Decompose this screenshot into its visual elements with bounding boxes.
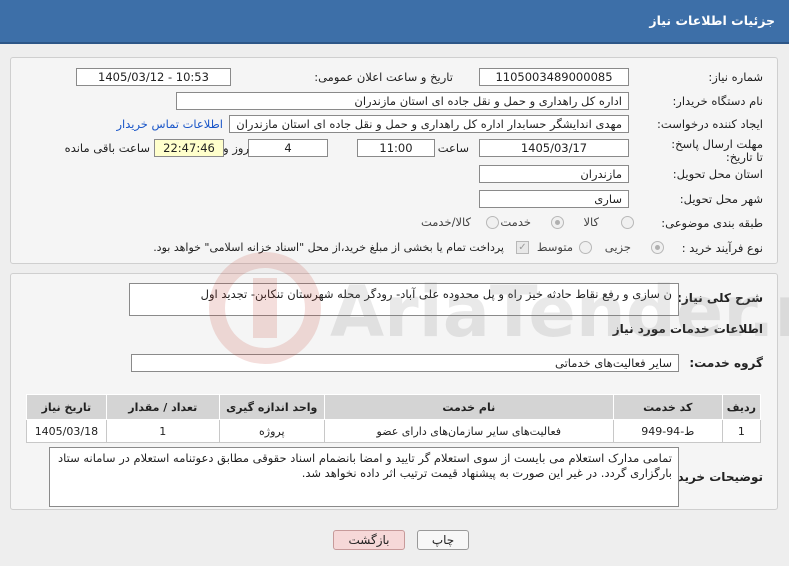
category-option-goods: کالا	[583, 215, 599, 229]
process-label: نوع فرآیند خرید :	[681, 241, 763, 255]
col-header-unit: واحد اندازه گیری	[218, 394, 325, 420]
page-header: جزئیات اطلاعات نیاز	[0, 0, 789, 44]
cell-service-code: ط-94-949	[612, 419, 723, 443]
creator-field: مهدی اندایشگر حسابدار اداره کل راهداری و…	[229, 115, 629, 133]
process-option-minor: جزیی	[604, 240, 631, 254]
service-group-field: سایر فعالیت‌های خدماتی	[131, 354, 679, 372]
buyer-notes-field: تمامی مدارک استعلام می بایست از سوی استع…	[49, 447, 679, 507]
col-header-need-date: تاریخ نیاز	[26, 394, 107, 420]
need-details-panel: شرح کلی نیاز: ن سازی و رفع نقاط حادثه خی…	[10, 273, 778, 510]
cell-service-name: فعالیت‌های سایر سازمان‌های دارای عضو	[323, 419, 614, 443]
province-label: استان محل تحویل:	[672, 167, 763, 181]
city-field: ساری	[479, 190, 629, 208]
table-row: 1 ط-94-949 فعالیت‌های سایر سازمان‌های دا…	[26, 419, 762, 443]
category-option-goods-service: کالا/خدمت	[420, 215, 471, 229]
print-button[interactable]: چاپ	[417, 530, 469, 550]
need-number-label: شماره نیاز:	[708, 70, 763, 84]
service-group-label: گروه خدمت:	[689, 356, 763, 370]
process-radio-medium[interactable]	[579, 241, 592, 254]
province-field: مازندران	[479, 165, 629, 183]
process-radio-minor[interactable]	[651, 241, 664, 254]
need-info-panel: شماره نیاز: 1105003489000085 تاریخ و ساع…	[10, 57, 778, 264]
cell-quantity: 1	[105, 419, 220, 443]
category-radio-goods[interactable]	[621, 216, 634, 229]
days-label: روز و	[223, 141, 249, 155]
category-label: طبقه بندی موضوعی:	[661, 216, 763, 230]
days-remaining-field: 4	[248, 139, 328, 157]
creator-label: ایجاد کننده درخواست:	[657, 117, 763, 131]
category-radio-service[interactable]	[551, 216, 564, 229]
need-number-field: 1105003489000085	[479, 68, 629, 86]
col-header-service-code: کد خدمت	[612, 394, 723, 420]
category-radio-goods-service[interactable]	[486, 216, 499, 229]
col-header-row-num: ردیف	[721, 394, 762, 420]
cell-unit: پروژه	[218, 419, 325, 443]
deadline-time-label: ساعت	[437, 141, 469, 155]
services-heading: اطلاعات خدمات مورد نیاز	[612, 322, 763, 336]
buyer-org-label: نام دستگاه خریدار:	[672, 94, 763, 108]
remaining-time-label: ساعت باقی مانده	[64, 141, 150, 155]
summary-field: ن سازی و رفع نقاط حادثه خیز راه و پل محد…	[129, 283, 679, 316]
remaining-time-field: 22:47:46	[154, 139, 224, 157]
services-table: ردیف کد خدمت نام خدمت واحد اندازه گیری ت…	[26, 394, 762, 443]
process-option-medium: متوسط	[536, 240, 573, 254]
cell-row-num: 1	[721, 419, 762, 443]
deadline-label: مهلت ارسال پاسخ: تا تاریخ:	[671, 137, 763, 164]
city-label: شهر محل تحویل:	[679, 192, 763, 206]
buyer-org-field: اداره کل راهداری و حمل و نقل جاده ای است…	[176, 92, 629, 110]
summary-label: شرح کلی نیاز:	[677, 291, 763, 305]
announce-date-label: تاریخ و ساعت اعلان عمومی:	[314, 70, 453, 84]
col-header-service-name: نام خدمت	[323, 394, 614, 420]
table-header-row: ردیف کد خدمت نام خدمت واحد اندازه گیری ت…	[26, 394, 762, 420]
buyer-contact-link[interactable]: اطلاعات تماس خریدار	[116, 117, 223, 131]
payment-note: پرداخت تمام یا بخشی از مبلغ خرید،از محل …	[153, 241, 504, 254]
deadline-date-field: 1405/03/17	[479, 139, 629, 157]
page-title: جزئیات اطلاعات نیاز	[649, 13, 775, 28]
announce-date-field: 1405/03/12 - 10:53	[76, 68, 231, 86]
deadline-time-field: 11:00	[357, 139, 435, 157]
col-header-quantity: تعداد / مقدار	[105, 394, 220, 420]
back-button[interactable]: بازگشت	[333, 530, 405, 550]
category-option-service: خدمت	[500, 215, 531, 229]
cell-need-date: 1405/03/18	[26, 419, 107, 443]
treasury-payment-checkbox[interactable]: ✓	[516, 241, 529, 254]
